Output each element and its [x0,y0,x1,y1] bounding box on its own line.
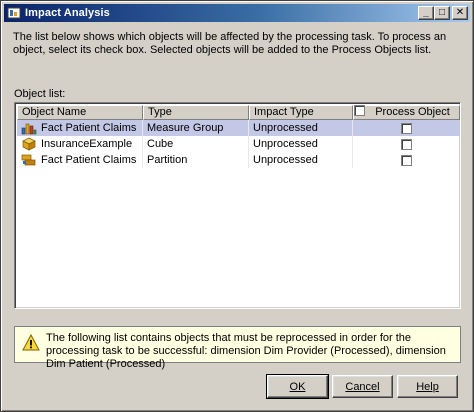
object-name-cell: Fact Patient Claims [17,152,143,168]
object-type: Partition [143,152,249,168]
process-object-checkbox[interactable] [401,154,412,166]
object-type: Cube [143,136,249,152]
window-title: Impact Analysis [25,7,110,19]
close-icon: ✕ [455,7,465,18]
minimize-icon: _ [423,7,429,18]
column-header-process-object[interactable]: Process Object [353,105,460,120]
cancel-button[interactable]: Cancel [332,375,393,398]
object-list[interactable]: Object Name Type Impact Type Process Obj… [14,102,461,309]
impact-type: Unprocessed [249,120,353,136]
cancel-button-label: Cancel [345,380,380,393]
table-row[interactable]: Fact Patient Claims Measure Group Unproc… [17,120,460,136]
close-button[interactable]: ✕ [452,6,468,20]
process-object-cell [353,120,460,136]
list-header: Object Name Type Impact Type Process Obj… [17,105,460,120]
warning-text: The following list contains objects that… [46,332,446,370]
column-header-impact-type[interactable]: Impact Type [249,105,353,120]
object-name: Fact Patient Claims [41,154,137,166]
select-all-checkbox[interactable] [354,105,365,116]
cube-icon [21,137,37,151]
table-row[interactable]: InsuranceExample Cube Unprocessed [17,136,460,152]
object-name: InsuranceExample [41,138,133,150]
maximize-icon: □ [438,7,446,18]
process-object-header-label: Process Object [375,106,450,118]
object-name: Fact Patient Claims [41,122,137,134]
table-row[interactable]: Fact Patient Claims Partition Unprocesse… [17,152,460,168]
process-object-checkbox[interactable] [401,122,412,134]
impact-type: Unprocessed [249,136,353,152]
object-name-cell: InsuranceExample [17,136,143,152]
ok-button[interactable]: OK [266,374,329,399]
help-button-label: Help [416,380,439,393]
maximize-button[interactable]: □ [434,6,450,20]
process-object-checkbox[interactable] [401,138,412,150]
object-list-label: Object list: [14,88,66,100]
window-controls: _ □ ✕ [418,6,468,20]
impact-analysis-dialog: Impact Analysis _ □ ✕ The list below sho… [0,0,474,412]
measure-group-icon [21,121,37,135]
impact-type: Unprocessed [249,152,353,168]
column-header-object-name[interactable]: Object Name [17,105,143,120]
object-type: Measure Group [143,120,249,136]
warning-panel: The following list contains objects that… [14,326,461,370]
warning-icon [22,333,40,352]
app-icon [7,6,21,20]
object-name-cell: Fact Patient Claims [17,120,143,136]
partition-icon [21,153,37,167]
help-button[interactable]: Help [397,375,458,398]
process-object-cell [353,152,460,168]
title-bar[interactable]: Impact Analysis _ □ ✕ [4,4,470,22]
column-header-type[interactable]: Type [143,105,249,120]
description-text: The list below shows which objects will … [13,31,447,56]
ok-button-label: OK [289,380,306,393]
minimize-button[interactable]: _ [418,6,434,20]
process-object-cell [353,136,460,152]
